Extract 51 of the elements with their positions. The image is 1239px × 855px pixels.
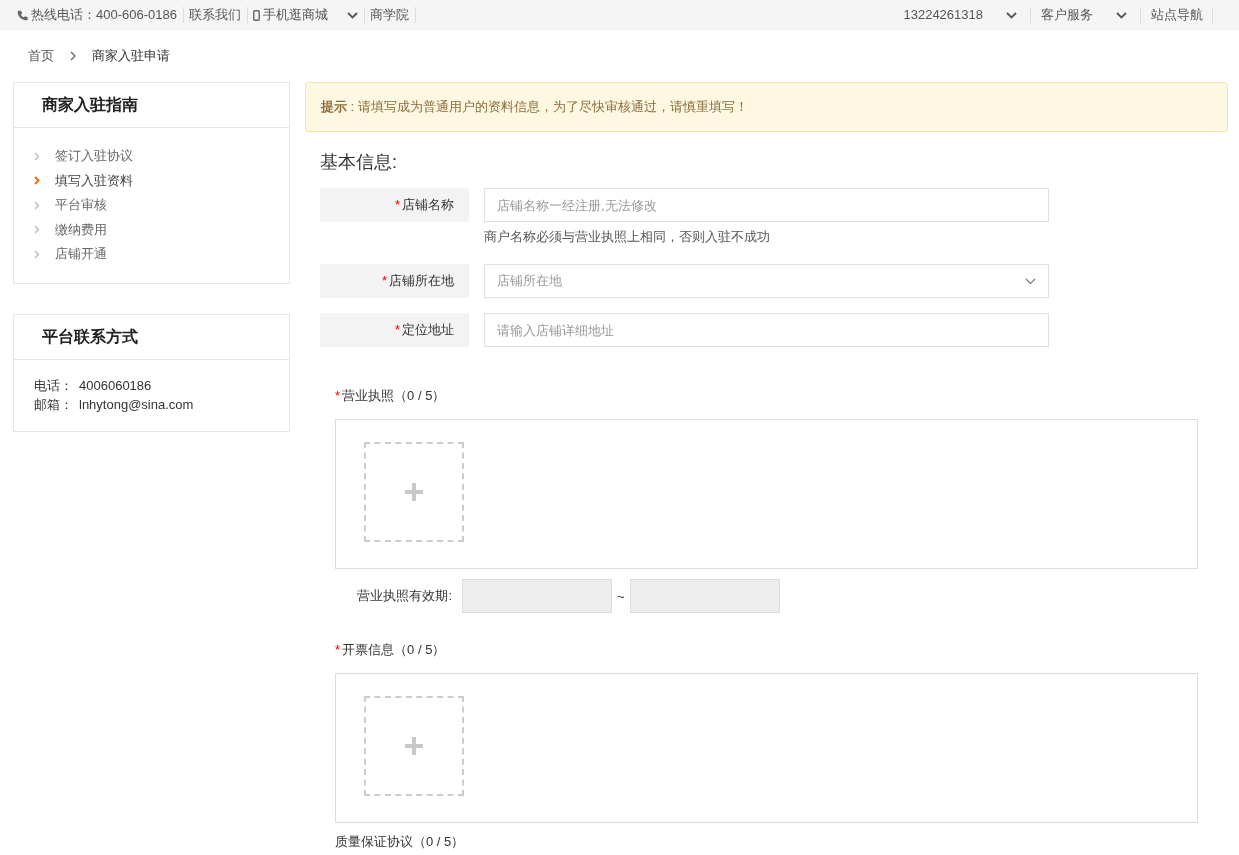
top-bar-link[interactable]: 联系我们 bbox=[183, 7, 248, 23]
required-mark: * bbox=[335, 642, 341, 657]
guide-step[interactable]: 签订入驻协议 bbox=[34, 144, 289, 169]
section-title: 基本信息: bbox=[319, 151, 398, 174]
chevron-down-icon bbox=[1025, 277, 1036, 285]
notice-text: 提示 : 请填写成为普通用户的资料信息，为了尽快审核通过，请慎重填写！ bbox=[321, 98, 748, 116]
phone-icon bbox=[17, 9, 28, 21]
contact-value: lnhytong@sina.com bbox=[79, 395, 194, 414]
field-label: 店铺名称 bbox=[402, 197, 454, 212]
card-title: 平台联系方式 bbox=[14, 314, 289, 360]
card-title: 商家入驻指南 bbox=[14, 83, 289, 128]
chevron-right-icon bbox=[70, 51, 76, 61]
breadcrumb-link[interactable]: 首页 bbox=[28, 47, 54, 65]
chevron-down-icon bbox=[1116, 11, 1127, 19]
plus-icon bbox=[404, 736, 424, 756]
top-bar-link[interactable]: 手机逛商城 bbox=[247, 7, 365, 23]
date-label: 营业执照有效期: bbox=[356, 587, 453, 605]
top-bar-link[interactable]: 商学院 bbox=[364, 7, 416, 23]
upload-label: 开票信息（0 / 5） bbox=[342, 642, 446, 657]
date-field[interactable] bbox=[629, 579, 780, 613]
upload-button[interactable] bbox=[364, 442, 464, 542]
contact-value: 4006060186 bbox=[79, 376, 152, 395]
required-mark: * bbox=[394, 322, 400, 337]
input-field[interactable]: 店铺名称一经注册,无法修改 bbox=[484, 188, 1049, 222]
top-bar-link[interactable]: 站点导航 bbox=[1141, 7, 1213, 23]
upload-label: 质量保证协议（0 / 5） bbox=[335, 834, 465, 849]
required-mark: * bbox=[381, 273, 387, 288]
top-bar-link[interactable]: 热线电话：400-606-0186 bbox=[12, 7, 184, 23]
required-mark: * bbox=[394, 197, 400, 212]
required-mark: * bbox=[335, 388, 341, 403]
guide-step[interactable]: 平台审核 bbox=[34, 193, 289, 218]
field-hint: 商户名称必须与营业执照上相同，否则入驻不成功 bbox=[484, 228, 771, 246]
chevron-down-icon bbox=[1006, 11, 1017, 19]
top-bar-link[interactable]: 客户服务 bbox=[1031, 7, 1141, 23]
plus-icon bbox=[404, 482, 424, 502]
input-field[interactable]: 请输入店铺详细地址 bbox=[484, 313, 1049, 347]
top-bar-link[interactable]: 13224261318 bbox=[893, 7, 1031, 23]
contact-label: 电话： bbox=[34, 376, 73, 395]
date-field[interactable] bbox=[462, 579, 612, 613]
field-label: 定位地址 bbox=[402, 322, 454, 337]
guide-step[interactable]: 店铺开通 bbox=[34, 242, 289, 267]
upload-label: 营业执照（0 / 5） bbox=[342, 388, 446, 403]
upload-button[interactable] bbox=[364, 696, 464, 796]
mobile-phone-icon bbox=[252, 9, 260, 21]
guide-step[interactable]: 填写入驻资料 bbox=[34, 168, 289, 193]
chevron-down-icon bbox=[346, 11, 358, 19]
breadcrumb-link[interactable]: 商家入驻申请 bbox=[92, 47, 170, 65]
field-label: 店铺所在地 bbox=[389, 273, 454, 288]
contact-label: 邮箱： bbox=[34, 395, 73, 414]
guide-step[interactable]: 缴纳费用 bbox=[34, 217, 289, 242]
range-separator: ~ bbox=[617, 588, 625, 604]
